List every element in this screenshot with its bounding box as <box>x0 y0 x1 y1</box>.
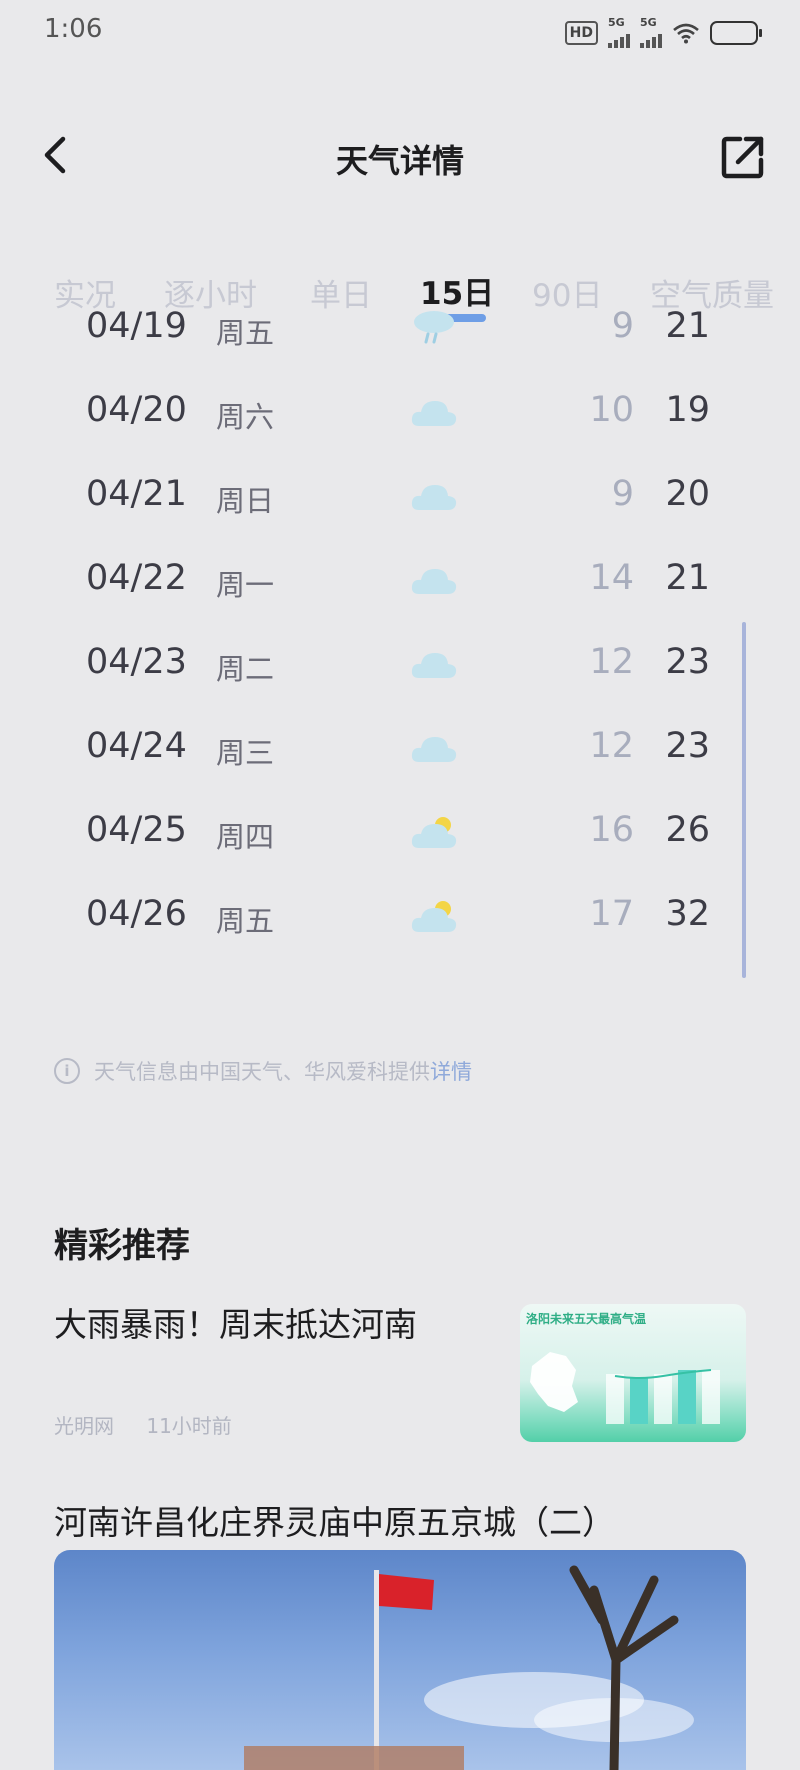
forecast-low: 10 <box>589 390 634 430</box>
forecast-scrollbar[interactable] <box>742 622 746 978</box>
news-title[interactable]: 大雨暴雨！周末抵达河南 <box>54 1298 417 1346</box>
forecast-row[interactable]: 04/24 周三 12 23 <box>0 708 800 792</box>
cloudy-icon <box>411 653 457 678</box>
info-icon: i <box>54 1058 80 1084</box>
forecast-high: 21 <box>665 558 710 598</box>
forecast-row[interactable]: 04/25 周四 16 26 <box>0 792 800 876</box>
flagpole-tree-photo <box>244 1565 694 1770</box>
forecast-weekday: 周三 <box>216 736 275 770</box>
hd-icon: HD <box>564 21 598 45</box>
forecast-low: 9 <box>611 474 634 514</box>
cloudy-icon <box>411 569 457 594</box>
light-rain-icon <box>414 311 454 344</box>
signal-icon: 5G <box>608 16 630 48</box>
forecast-low: 17 <box>589 894 634 934</box>
data-source-note: i 天气信息由中国天气、华风爱科提供 详情 <box>54 1056 472 1086</box>
news-title[interactable]: 河南许昌化庄界灵庙中原五京城（二） <box>54 1496 615 1544</box>
forecast-high: 21 <box>665 306 710 346</box>
forecast-weekday: 周六 <box>216 400 275 434</box>
forecast-row[interactable]: 04/19 周五 9 21 <box>0 306 800 372</box>
forecast-low: 14 <box>589 558 634 598</box>
forecast-low: 16 <box>589 810 634 850</box>
source-details-link[interactable]: 详情 <box>430 1056 472 1086</box>
forecast-high: 23 <box>665 726 710 766</box>
cloudy-icon <box>411 737 457 762</box>
forecast-high: 23 <box>665 642 710 682</box>
forecast-row[interactable]: 04/23 周二 12 23 <box>0 624 800 708</box>
forecast-low: 9 <box>611 306 634 346</box>
status-bar: 1:06 HD 5G 5G <box>0 0 800 62</box>
page-title: 天气详情 <box>335 142 464 180</box>
section-title: 精彩推荐 <box>54 1226 190 1266</box>
map-chart-graphic <box>530 1352 720 1424</box>
forecast-weekday: 周一 <box>216 568 275 602</box>
forecast-list[interactable]: 04/19 周五 9 21 04/20 周六 10 19 04/21 周日 9 … <box>0 306 800 986</box>
status-icons: HD 5G 5G <box>564 16 762 48</box>
partly-cloudy-icon <box>411 817 457 848</box>
share-button[interactable] <box>716 130 770 184</box>
share-icon <box>721 136 764 179</box>
forecast-high: 32 <box>665 894 710 934</box>
forecast-weekday: 周二 <box>216 652 275 686</box>
battery-icon <box>710 21 762 45</box>
news-source: 光明网 <box>54 1414 114 1438</box>
signal-icon-2: 5G <box>640 16 662 48</box>
forecast-weekday: 周日 <box>216 484 275 518</box>
forecast-high: 20 <box>665 474 710 514</box>
forecast-date: 04/26 <box>86 894 187 934</box>
news-time: 11小时前 <box>146 1414 232 1438</box>
forecast-row[interactable]: 04/20 周六 10 19 <box>0 372 800 456</box>
forecast-weekday: 周五 <box>216 904 275 938</box>
cloudy-icon <box>411 485 457 510</box>
forecast-row[interactable]: 04/26 周五 17 32 <box>0 876 800 960</box>
forecast-date: 04/25 <box>86 810 187 850</box>
forecast-low: 12 <box>589 642 634 682</box>
app-header: 天气详情 <box>0 120 800 192</box>
forecast-date: 04/21 <box>86 474 187 514</box>
forecast-low: 12 <box>589 726 634 766</box>
forecast-date: 04/22 <box>86 558 187 598</box>
forecast-date: 04/19 <box>86 306 187 346</box>
news-meta: 光明网 11小时前 <box>54 1410 232 1439</box>
forecast-row[interactable]: 04/21 周日 9 20 <box>0 456 800 540</box>
forecast-high: 26 <box>665 810 710 850</box>
wifi-icon <box>673 23 699 44</box>
news-thumbnail[interactable]: 洛阳未来五天最高气温 <box>520 1304 746 1442</box>
partly-cloudy-icon <box>411 901 457 932</box>
source-text: 天气信息由中国天气、华风爱科提供 <box>94 1060 430 1084</box>
forecast-date: 04/23 <box>86 642 187 682</box>
forecast-high: 19 <box>665 390 710 430</box>
forecast-row[interactable]: 04/22 周一 14 21 <box>0 540 800 624</box>
forecast-weekday: 周五 <box>216 316 275 350</box>
status-time: 1:06 <box>44 14 103 44</box>
forecast-weekday: 周四 <box>216 820 275 854</box>
cloudy-icon <box>411 401 457 426</box>
forecast-date: 04/20 <box>86 390 187 430</box>
news-image[interactable] <box>54 1550 746 1770</box>
forecast-date: 04/24 <box>86 726 187 766</box>
